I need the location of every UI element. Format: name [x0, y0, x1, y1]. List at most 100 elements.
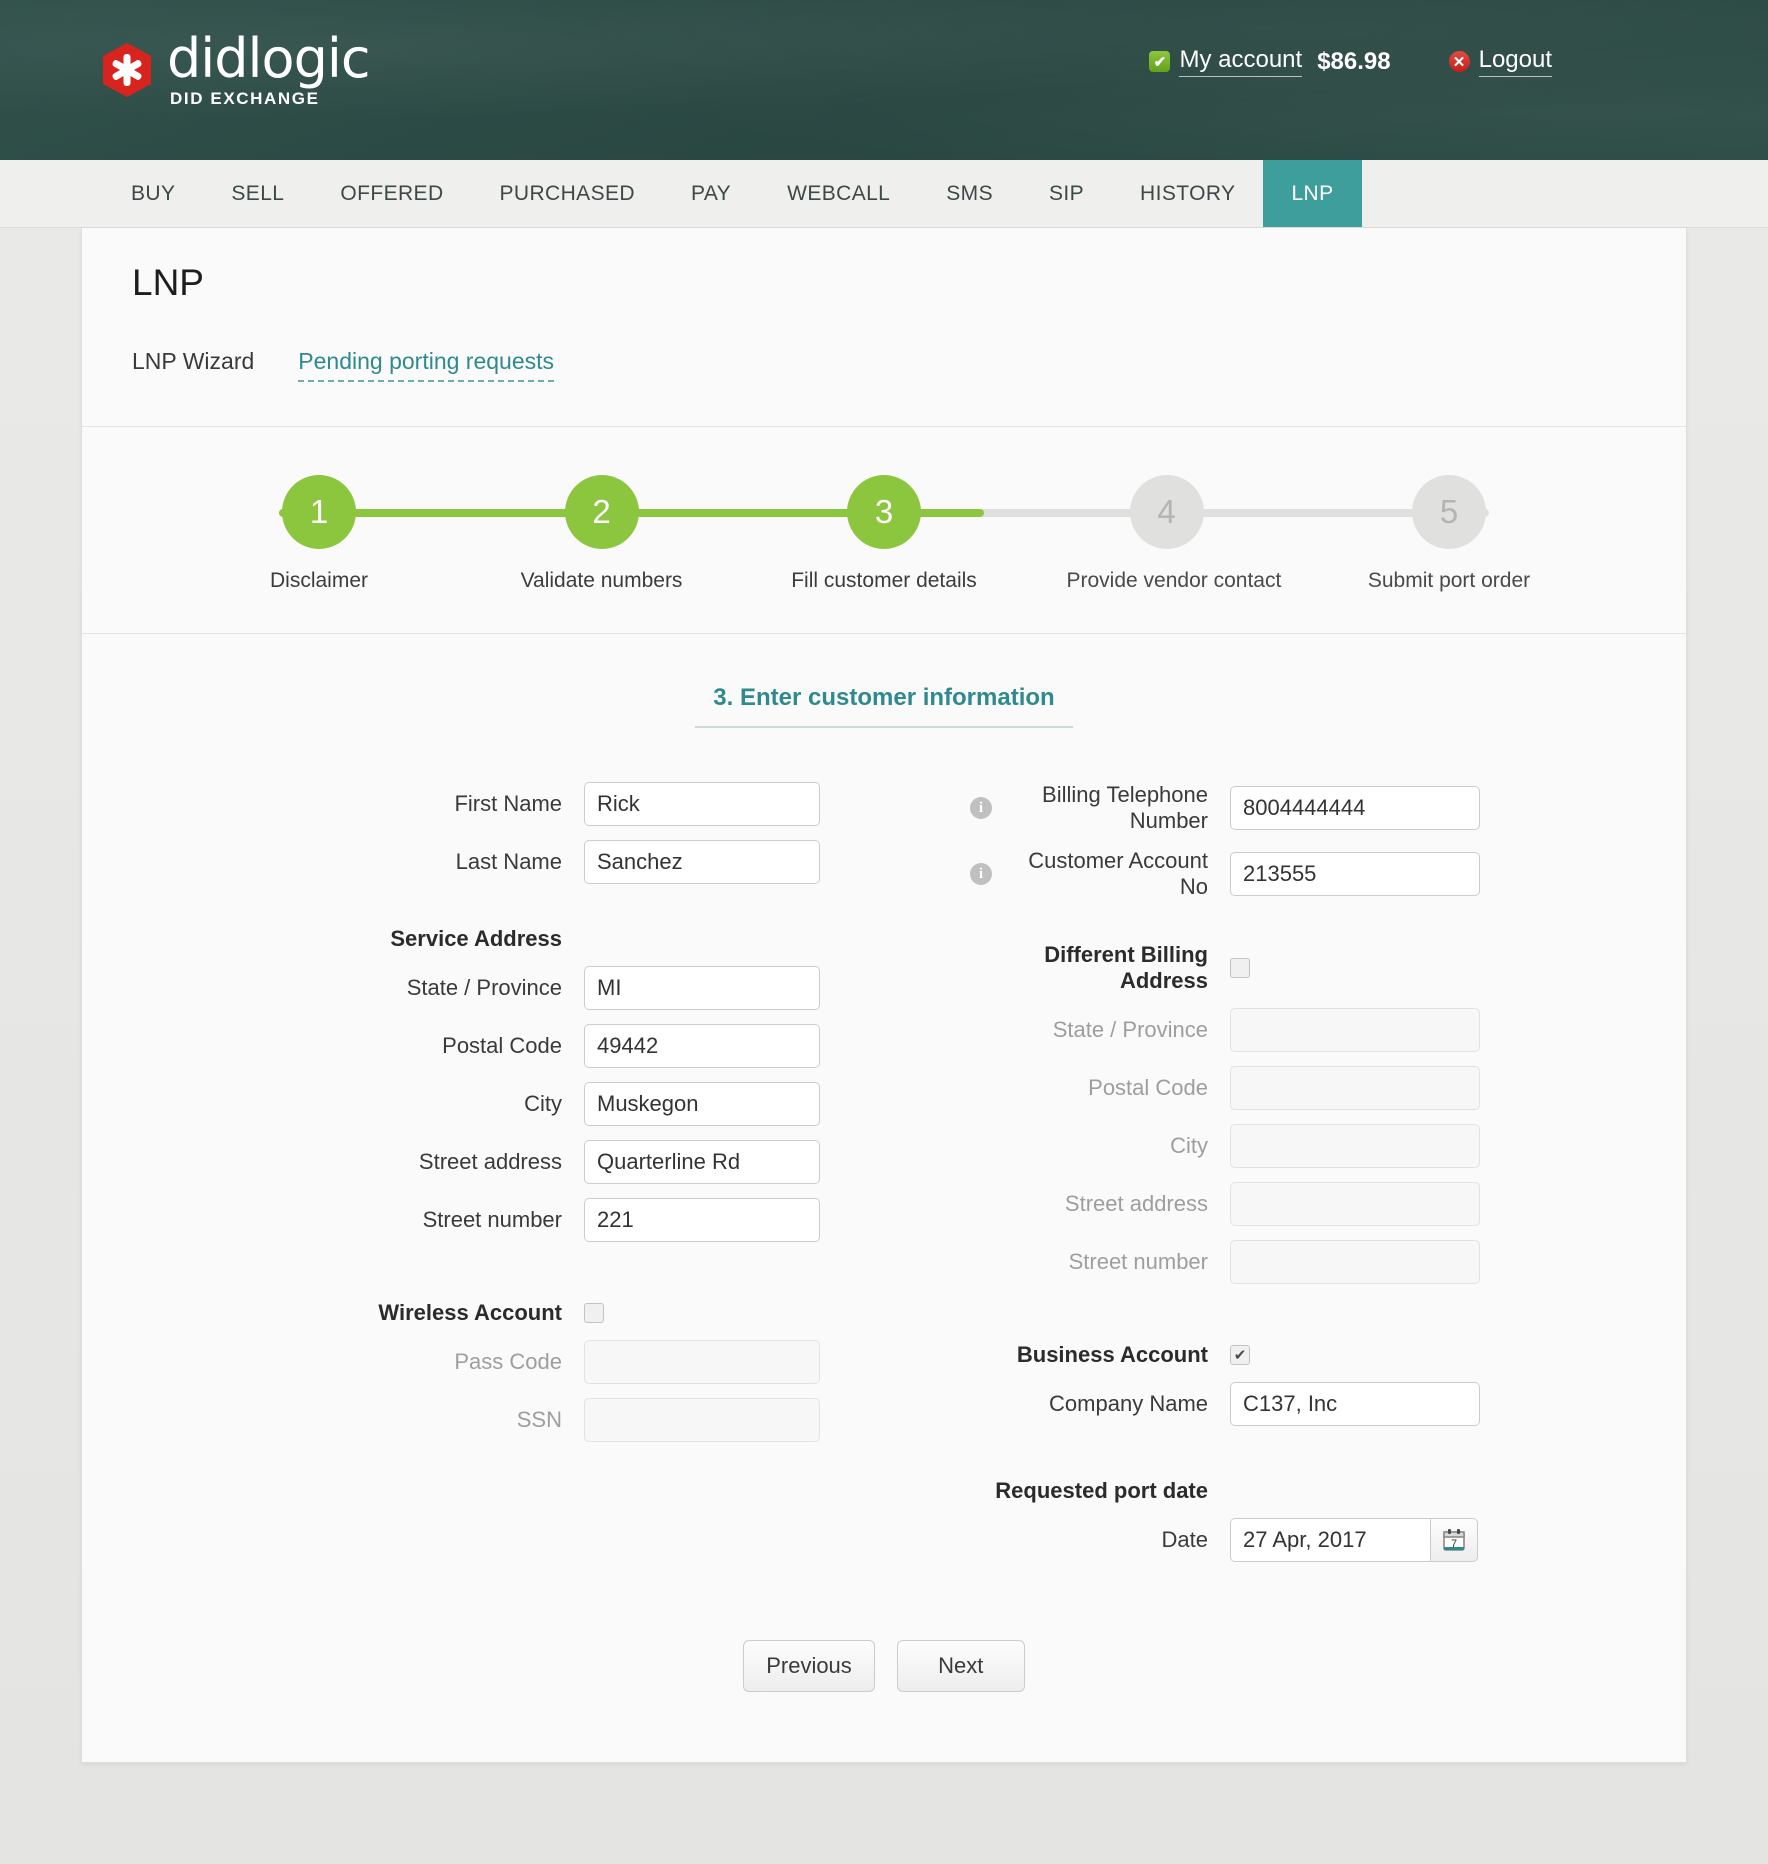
pass-code-input[interactable] [584, 1340, 820, 1384]
last-name-label: Last Name [455, 849, 562, 874]
wizard-step-2[interactable]: 2 Validate numbers [502, 475, 702, 593]
service-state-input[interactable] [584, 966, 820, 1010]
wizard-step-label: Provide vendor contact [1066, 569, 1282, 592]
billing-street-number-input[interactable] [1230, 1240, 1480, 1284]
service-street-number-input[interactable] [584, 1198, 820, 1242]
subtab-pending-porting-requests[interactable]: Pending porting requests [298, 348, 555, 382]
wizard-step-3[interactable]: 3 Fill customer details [784, 475, 984, 593]
wizard-step-4[interactable]: 4 Provide vendor contact [1066, 475, 1282, 593]
page-title: LNP [132, 262, 204, 303]
billing-postal-input[interactable] [1230, 1066, 1480, 1110]
brand-logo[interactable]: didlogic DID EXCHANGE [101, 27, 371, 107]
calendar-icon[interactable]: 7 [1430, 1518, 1478, 1562]
requested-port-date-label: Requested port date [995, 1478, 1208, 1503]
field-service-street-number: Street number [184, 1198, 884, 1242]
field-billing-city: City [970, 1124, 1584, 1168]
first-name-label: First Name [454, 791, 562, 816]
wizard-step-label: Fill customer details [791, 569, 977, 592]
field-ssn: SSN [184, 1398, 884, 1442]
nav-item-sell[interactable]: SELL [203, 160, 312, 227]
billing-postal-label: Postal Code [1088, 1075, 1208, 1100]
field-pass-code: Pass Code [184, 1340, 884, 1384]
service-street-address-label: Street address [418, 1149, 562, 1174]
info-icon[interactable]: i [970, 797, 992, 819]
field-last-name: Last Name [184, 840, 884, 884]
nav-item-sip[interactable]: SIP [1021, 160, 1112, 227]
wizard-progress: 1 Disclaimer 2 Validate numbers 3 Fill custom… [82, 426, 1686, 634]
my-account-group[interactable]: ✔ My account $86.98 [1149, 46, 1391, 77]
wireless-account-checkbox[interactable] [584, 1303, 604, 1323]
nav-item-buy[interactable]: BUY [103, 160, 203, 227]
service-postal-label: Postal Code [442, 1033, 562, 1058]
different-billing-address-checkbox[interactable] [1230, 958, 1250, 978]
field-company-name: Company Name [970, 1382, 1584, 1426]
field-customer-account-no: i Customer Account No [970, 848, 1584, 900]
business-account-checkbox[interactable] [1230, 1345, 1250, 1365]
close-icon: ✕ [1448, 51, 1470, 72]
form-left-column: First Name Last Name Service Address Sta… [184, 782, 884, 1576]
business-account-group-header: Business Account [970, 1342, 1584, 1368]
my-account-link[interactable]: My account [1179, 46, 1303, 77]
service-city-input[interactable] [584, 1082, 820, 1126]
wizard-step-number: 1 [282, 475, 356, 549]
service-street-address-input[interactable] [584, 1140, 820, 1184]
nav-item-pay[interactable]: PAY [663, 160, 759, 227]
ssn-input[interactable] [584, 1398, 820, 1442]
billing-street-address-input[interactable] [1230, 1182, 1480, 1226]
logout-group[interactable]: ✕ Logout [1448, 46, 1552, 77]
field-port-date: Date 7 [970, 1518, 1584, 1562]
wizard-step-1[interactable]: 1 Disclaimer [219, 475, 419, 593]
first-name-input[interactable] [584, 782, 820, 826]
service-postal-input[interactable] [584, 1024, 820, 1068]
field-service-street-address: Street address [184, 1140, 884, 1184]
site-header: didlogic DID EXCHANGE ✔ My account $86.9… [0, 0, 1768, 160]
nav-item-sms[interactable]: SMS [918, 160, 1021, 227]
billing-state-input[interactable] [1230, 1008, 1480, 1052]
subtab-lnp-wizard[interactable]: LNP Wizard [132, 348, 254, 375]
customer-account-no-label: Customer Account No [1028, 848, 1208, 899]
service-address-label: Service Address [390, 926, 562, 951]
nav-item-history[interactable]: HISTORY [1112, 160, 1263, 227]
account-balance: $86.98 [1317, 47, 1391, 75]
billing-city-input[interactable] [1230, 1124, 1480, 1168]
logout-link[interactable]: Logout [1478, 46, 1552, 77]
brand-name: didlogic [167, 27, 371, 90]
service-address-group-header: Service Address [184, 926, 884, 952]
wireless-account-label: Wireless Account [378, 1300, 562, 1325]
subtab-bar: LNP Wizard Pending porting requests [132, 348, 1636, 426]
wireless-account-group-header: Wireless Account [184, 1300, 884, 1326]
billing-telephone-number-input[interactable] [1230, 786, 1480, 830]
nav-item-lnp[interactable]: LNP [1263, 152, 1362, 227]
next-button[interactable]: Next [896, 1640, 1025, 1692]
nav-item-offered[interactable]: OFFERED [312, 160, 471, 227]
nav-item-webcall[interactable]: WEBCALL [759, 160, 918, 227]
wizard-step-label: Submit port order [1367, 569, 1531, 592]
service-street-number-label: Street number [422, 1207, 562, 1232]
field-billing-street-address: Street address [970, 1182, 1584, 1226]
date-label: Date [1161, 1527, 1208, 1552]
wizard-step-5[interactable]: 5 Submit port order [1349, 475, 1549, 593]
wizard-button-row: Previous Next [82, 1640, 1686, 1692]
billing-telephone-number-label: Billing Telephone Number [1042, 782, 1208, 833]
wizard-step-number: 2 [564, 475, 639, 549]
field-service-state: State / Province [184, 966, 884, 1010]
service-state-label: State / Province [406, 975, 562, 1000]
field-billing-state: State / Province [970, 1008, 1584, 1052]
ssn-label: SSN [516, 1407, 562, 1432]
billing-street-number-label: Street number [1068, 1249, 1208, 1274]
last-name-input[interactable] [584, 840, 820, 884]
requested-port-date-group-header: Requested port date [970, 1478, 1584, 1504]
info-icon[interactable]: i [970, 863, 992, 885]
previous-button[interactable]: Previous [743, 1640, 875, 1692]
field-billing-telephone-number: i Billing Telephone Number [970, 782, 1584, 834]
company-name-label: Company Name [1049, 1391, 1208, 1416]
company-name-input[interactable] [1230, 1382, 1480, 1426]
port-date-input[interactable] [1230, 1518, 1430, 1562]
service-city-label: City [524, 1091, 562, 1116]
billing-city-label: City [1170, 1133, 1208, 1158]
nav-item-purchased[interactable]: PURCHASED [472, 160, 663, 227]
field-billing-postal: Postal Code [970, 1066, 1584, 1110]
field-service-postal: Postal Code [184, 1024, 884, 1068]
lnp-card: LNP LNP Wizard Pending porting requests 1… [81, 228, 1687, 1763]
customer-account-no-input[interactable] [1230, 852, 1480, 896]
